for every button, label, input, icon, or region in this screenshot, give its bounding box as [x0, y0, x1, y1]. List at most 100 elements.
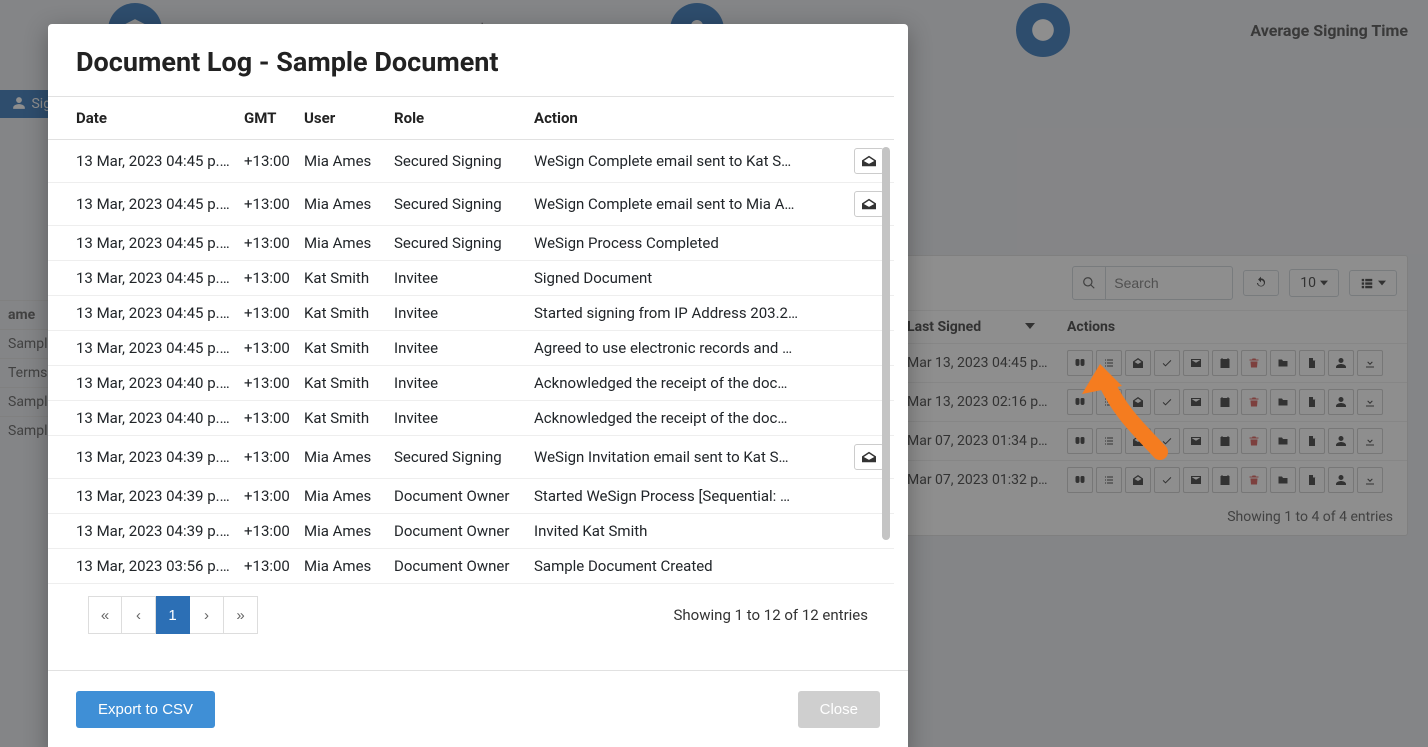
log-cell-date: 13 Mar, 2023 04:39 p.m.: [48, 436, 238, 479]
log-row: 13 Mar, 2023 04:45 p.m.+13:00Mia AmesSec…: [48, 226, 894, 261]
modal-title: Document Log - Sample Document: [48, 24, 908, 96]
log-row: 13 Mar, 2023 04:45 p.m.+13:00Kat SmithIn…: [48, 331, 894, 366]
col-role[interactable]: Role: [388, 97, 528, 140]
log-header-row: Date GMT User Role Action: [48, 97, 894, 140]
pager-page-1[interactable]: 1: [156, 596, 190, 634]
log-cell-user: Mia Ames: [298, 183, 388, 226]
log-row: 13 Mar, 2023 04:45 p.m.+13:00Mia AmesSec…: [48, 140, 894, 183]
log-cell-date: 13 Mar, 2023 04:45 p.m.: [48, 261, 238, 296]
log-cell-gmt: +13:00: [238, 261, 298, 296]
log-row: 13 Mar, 2023 03:56 p.m.+13:00Mia AmesDoc…: [48, 549, 894, 584]
log-cell-gmt: +13:00: [238, 514, 298, 549]
log-cell-action: Started signing from IP Address 203.2…: [528, 296, 848, 331]
log-cell-role: Secured Signing: [388, 183, 528, 226]
log-cell-action: Agreed to use electronic records and …: [528, 331, 848, 366]
open-envelope-icon: [862, 451, 876, 463]
log-row: 13 Mar, 2023 04:39 p.m.+13:00Mia AmesSec…: [48, 436, 894, 479]
log-row: 13 Mar, 2023 04:40 p.m.+13:00Kat SmithIn…: [48, 401, 894, 436]
pager-last[interactable]: »: [224, 596, 258, 634]
log-cell-user: Kat Smith: [298, 261, 388, 296]
log-cell-role: Document Owner: [388, 514, 528, 549]
view-email-button[interactable]: [854, 191, 884, 217]
log-cell-role: Invitee: [388, 296, 528, 331]
scrollbar-thumb[interactable]: [882, 147, 890, 540]
log-cell-user: Mia Ames: [298, 140, 388, 183]
log-cell-user: Kat Smith: [298, 366, 388, 401]
log-cell-action: WeSign Complete email sent to Kat S…: [528, 140, 848, 183]
close-button[interactable]: Close: [798, 691, 880, 728]
log-cell-role: Invitee: [388, 261, 528, 296]
log-cell-user: Mia Ames: [298, 479, 388, 514]
view-email-button[interactable]: [854, 444, 884, 470]
log-cell-date: 13 Mar, 2023 04:45 p.m.: [48, 331, 238, 366]
log-cell-user: Mia Ames: [298, 226, 388, 261]
log-table: Date GMT User Role Action 13 Mar, 2023 0…: [48, 97, 894, 584]
log-cell-action: Invited Kat Smith: [528, 514, 848, 549]
log-cell-user: Mia Ames: [298, 514, 388, 549]
log-cell-action: Acknowledged the receipt of the doc…: [528, 401, 848, 436]
log-row: 13 Mar, 2023 04:45 p.m.+13:00Kat SmithIn…: [48, 261, 894, 296]
log-cell-user: Mia Ames: [298, 436, 388, 479]
document-log-modal: Document Log - Sample Document Date GMT …: [48, 24, 908, 747]
log-cell-date: 13 Mar, 2023 03:56 p.m.: [48, 549, 238, 584]
log-cell-gmt: +13:00: [238, 140, 298, 183]
log-cell-action: Acknowledged the receipt of the doc…: [528, 366, 848, 401]
export-csv-button[interactable]: Export to CSV: [76, 691, 215, 728]
log-cell-date: 13 Mar, 2023 04:45 p.m.: [48, 183, 238, 226]
log-cell-date: 13 Mar, 2023 04:40 p.m.: [48, 401, 238, 436]
log-cell-role: Secured Signing: [388, 226, 528, 261]
pager: « ‹ 1 › »: [88, 596, 258, 634]
log-cell-gmt: +13:00: [238, 296, 298, 331]
log-cell-user: Kat Smith: [298, 296, 388, 331]
log-cell-gmt: +13:00: [238, 366, 298, 401]
log-row: 13 Mar, 2023 04:45 p.m.+13:00Kat SmithIn…: [48, 296, 894, 331]
col-user[interactable]: User: [298, 97, 388, 140]
modal-footer: Export to CSV Close: [48, 670, 908, 747]
log-cell-gmt: +13:00: [238, 436, 298, 479]
log-cell-user: Mia Ames: [298, 549, 388, 584]
log-cell-action: WeSign Process Completed: [528, 226, 848, 261]
log-row: 13 Mar, 2023 04:45 p.m.+13:00Mia AmesSec…: [48, 183, 894, 226]
log-cell-date: 13 Mar, 2023 04:45 p.m.: [48, 296, 238, 331]
log-cell-action: Started WeSign Process [Sequential: …: [528, 479, 848, 514]
log-row: 13 Mar, 2023 04:39 p.m.+13:00Mia AmesDoc…: [48, 479, 894, 514]
log-cell-date: 13 Mar, 2023 04:39 p.m.: [48, 514, 238, 549]
log-cell-role: Document Owner: [388, 549, 528, 584]
open-envelope-icon: [862, 155, 876, 167]
col-action[interactable]: Action: [528, 97, 848, 140]
view-email-button[interactable]: [854, 148, 884, 174]
entries-text: Showing 1 to 12 of 12 entries: [674, 606, 868, 624]
log-row: 13 Mar, 2023 04:39 p.m.+13:00Mia AmesDoc…: [48, 514, 894, 549]
pager-next[interactable]: ›: [190, 596, 224, 634]
log-cell-role: Secured Signing: [388, 140, 528, 183]
log-cell-date: 13 Mar, 2023 04:40 p.m.: [48, 366, 238, 401]
log-cell-role: Invitee: [388, 331, 528, 366]
log-cell-date: 13 Mar, 2023 04:39 p.m.: [48, 479, 238, 514]
log-cell-gmt: +13:00: [238, 331, 298, 366]
log-cell-gmt: +13:00: [238, 226, 298, 261]
log-cell-date: 13 Mar, 2023 04:45 p.m.: [48, 140, 238, 183]
col-gmt[interactable]: GMT: [238, 97, 298, 140]
pager-first[interactable]: «: [88, 596, 122, 634]
log-row: 13 Mar, 2023 04:40 p.m.+13:00Kat SmithIn…: [48, 366, 894, 401]
log-cell-action: WeSign Complete email sent to Mia A…: [528, 183, 848, 226]
log-scrollbar[interactable]: [882, 147, 890, 574]
pager-row: « ‹ 1 › » Showing 1 to 12 of 12 entries: [48, 584, 908, 638]
modal-body: Date GMT User Role Action 13 Mar, 2023 0…: [48, 96, 908, 652]
pager-prev[interactable]: ‹: [122, 596, 156, 634]
log-cell-user: Kat Smith: [298, 331, 388, 366]
log-cell-user: Kat Smith: [298, 401, 388, 436]
log-cell-gmt: +13:00: [238, 183, 298, 226]
log-cell-role: Secured Signing: [388, 436, 528, 479]
log-cell-action: Signed Document: [528, 261, 848, 296]
log-cell-gmt: +13:00: [238, 401, 298, 436]
log-cell-action: WeSign Invitation email sent to Kat S…: [528, 436, 848, 479]
open-envelope-icon: [862, 198, 876, 210]
log-cell-date: 13 Mar, 2023 04:45 p.m.: [48, 226, 238, 261]
log-cell-gmt: +13:00: [238, 549, 298, 584]
log-cell-role: Invitee: [388, 401, 528, 436]
log-table-wrap: Date GMT User Role Action 13 Mar, 2023 0…: [48, 96, 894, 584]
log-cell-role: Document Owner: [388, 479, 528, 514]
col-date[interactable]: Date: [48, 97, 238, 140]
log-cell-action: Sample Document Created: [528, 549, 848, 584]
